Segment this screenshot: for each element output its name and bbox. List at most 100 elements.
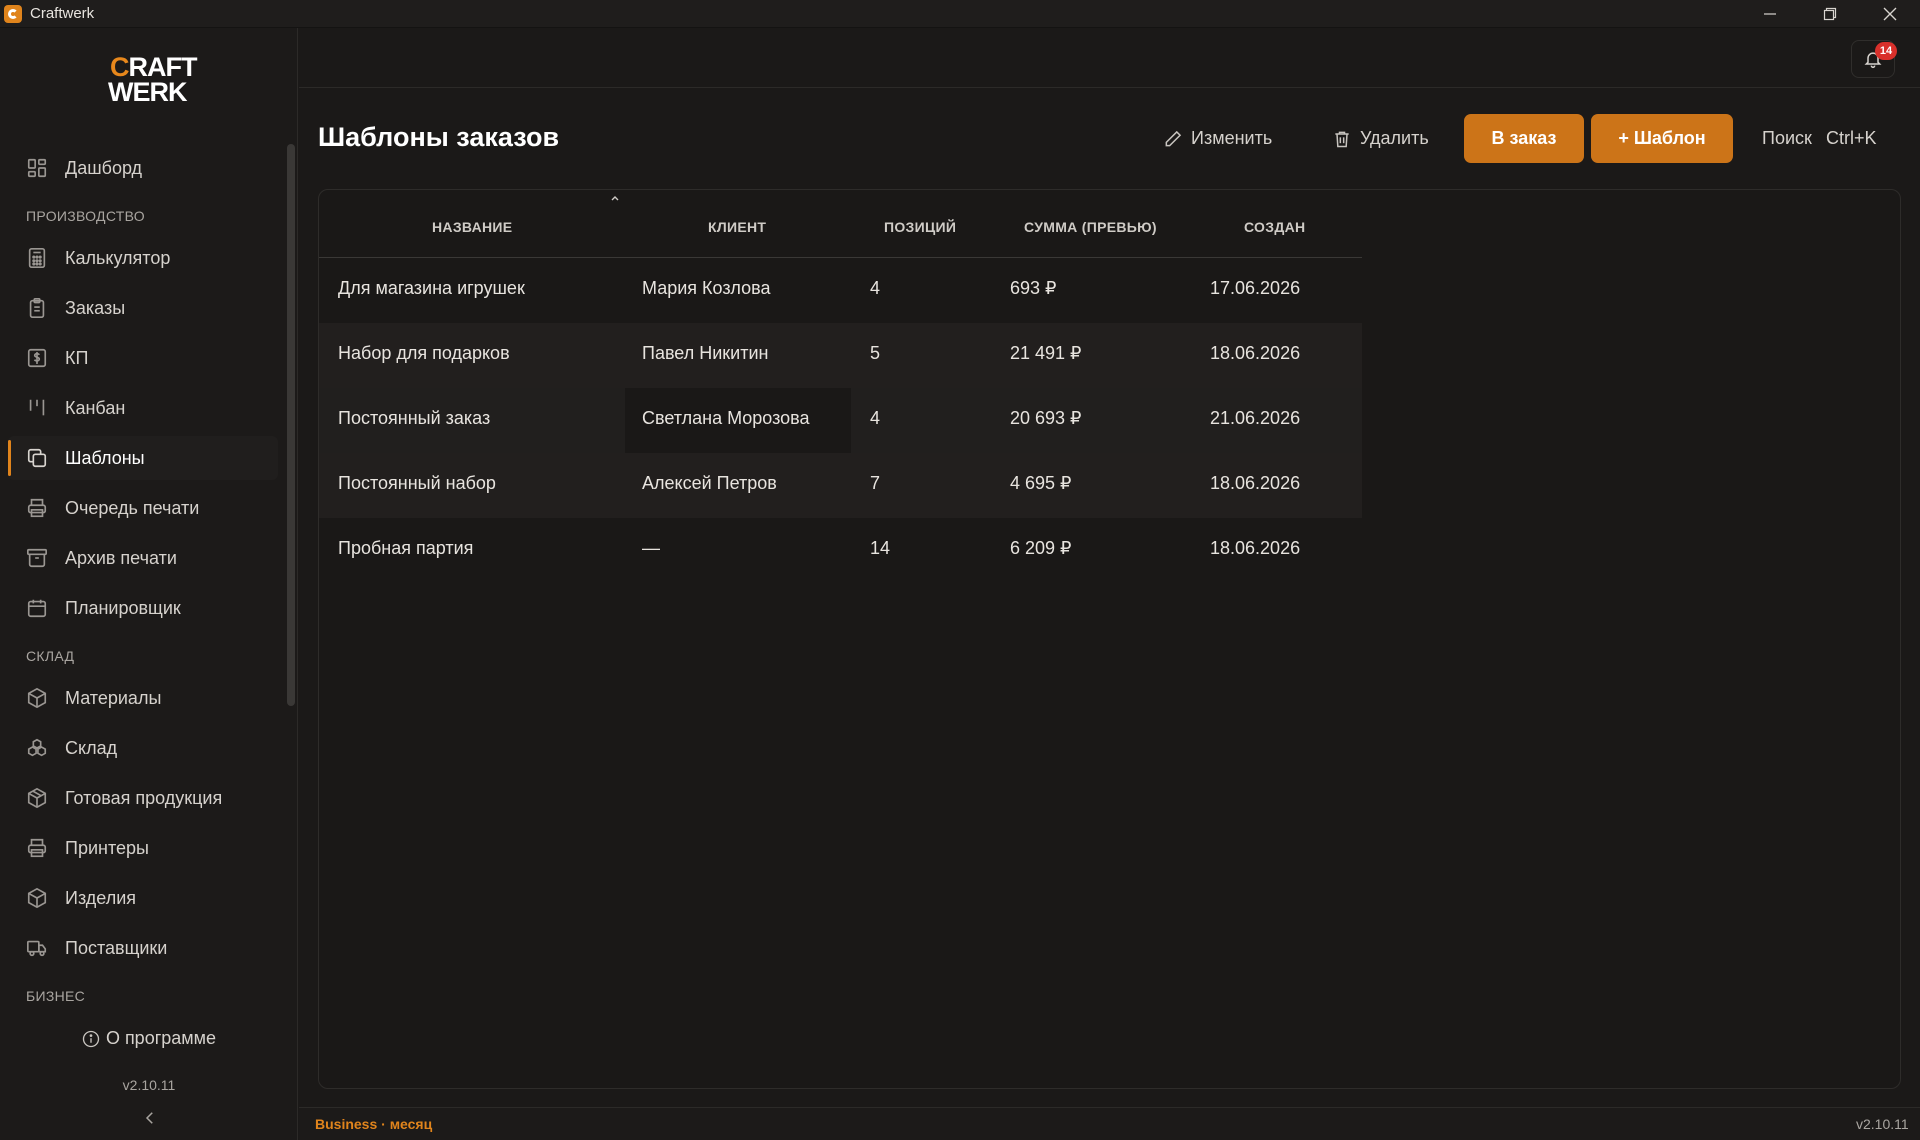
sort-asc-icon[interactable] [609,194,621,204]
printer-icon [26,837,48,859]
cell-name: Постоянный заказ [338,408,491,428]
page-title: Шаблоны заказов [318,122,560,152]
section-production: ПРОИЗВОДСТВО [26,208,145,224]
table-row[interactable]: Постоянный набор Алексей Петров 7 4 695 … [319,453,1362,518]
boxes-icon [26,737,48,759]
box-icon [26,887,48,909]
column-header-created[interactable]: СОЗДАН [1244,219,1305,235]
minimize-icon [1764,13,1776,15]
plan-badge[interactable]: Business · месяц [315,1116,432,1132]
delete-button[interactable]: Удалить [1332,114,1429,163]
cell-sum: 6 209 ₽ [1010,538,1072,558]
sidebar-item-warehouse[interactable]: Склад [8,726,278,770]
trash-icon [1332,129,1352,149]
package-icon [26,787,48,809]
status-bar [299,1107,1920,1140]
sidebar-item-materials[interactable]: Материалы [8,676,278,720]
cell-name: Для магазина игрушек [338,278,525,298]
sidebar-item-label: Принтеры [65,837,149,858]
cell-client: Алексей Петров [642,473,777,493]
sidebar-item-label: Очередь печати [65,497,200,518]
sidebar-item-label: Канбан [65,397,126,418]
chevron-left-icon [145,1112,153,1124]
dashboard-icon [26,157,48,179]
delete-label: Удалить [1360,128,1429,148]
close-button[interactable] [1860,0,1920,28]
cell-created: 17.06.2026 [1210,278,1301,298]
sidebar-item-templates[interactable]: Шаблоны [8,436,278,480]
table-row[interactable]: Постоянный заказ Светлана Морозова 4 20 … [319,388,1362,453]
to-order-button[interactable]: В заказ [1464,114,1584,163]
cell-name: Постоянный набор [338,473,496,493]
cell-positions: 7 [870,473,881,493]
cell-created: 18.06.2026 [1210,538,1301,558]
templates-table: НАЗВАНИЕ КЛИЕНТ ПОЗИЦИЙ СУММА (ПРЕВЬЮ) С… [318,189,1901,1089]
about-link[interactable]: О программе [0,1028,298,1049]
cell-client: Павел Никитин [642,343,769,363]
section-business: БИЗНЕС [26,988,86,1004]
window-controls [1740,0,1920,28]
sidebar-item-print-queue[interactable]: Очередь печати [8,486,278,530]
window-title: Craftwerk [30,5,95,22]
sidebar-item-label: Архив печати [65,547,177,568]
cell-positions: 5 [870,343,881,363]
cell-sum: 693 ₽ [1010,278,1057,298]
add-template-button[interactable]: + Шаблон [1591,114,1733,163]
restore-icon [1823,7,1837,21]
invoice-icon [26,347,48,369]
table-row[interactable]: Для магазина игрушек Мария Козлова 4 693… [319,258,1362,323]
sidebar-scrollbar[interactable] [287,144,295,706]
app-icon [4,4,22,23]
restore-button[interactable] [1800,0,1860,28]
collapse-sidebar-button[interactable] [141,1109,159,1127]
calendar-icon [26,597,48,619]
column-header-positions[interactable]: ПОЗИЦИЙ [884,219,956,235]
box-icon [26,687,48,709]
search-button[interactable]: Поиск [1762,128,1812,149]
title-bar: Craftwerk [0,0,1920,28]
app-version: v2.10.11 [1856,1116,1909,1132]
sidebar-item-print-archive[interactable]: Архив печати [8,536,278,580]
craftwerk-logo[interactable]: CRAFT WERK [96,52,206,108]
sidebar-item-finished-goods[interactable]: Готовая продукция [8,776,278,820]
table-row[interactable]: Набор для подарков Павел Никитин 5 21 49… [319,323,1362,388]
cell-sum: 21 491 ₽ [1010,343,1082,363]
sidebar-item-label: Дашборд [65,157,143,178]
cell-client: Мария Козлова [642,278,771,298]
sidebar-item-products[interactable]: Изделия [8,876,278,920]
sidebar-item-label: Поставщики [65,937,168,958]
kanban-icon [26,397,48,419]
minimize-button[interactable] [1740,0,1800,28]
cell-created: 21.06.2026 [1210,408,1301,428]
info-icon [82,1030,100,1048]
calculator-icon [26,247,48,269]
sidebar-item-label: Планировщик [65,597,181,618]
pencil-icon [1163,129,1183,149]
sidebar-item-orders[interactable]: Заказы [8,286,278,330]
notification-badge: 14 [1875,42,1897,60]
sidebar-item-printers[interactable]: Принтеры [8,826,278,870]
archive-icon [26,547,48,569]
sidebar-item-planner[interactable]: Планировщик [8,586,278,630]
sidebar-item-calculator[interactable]: Калькулятор [8,236,278,280]
cell-name: Пробная партия [338,538,474,558]
edit-button[interactable]: Изменить [1163,114,1272,163]
cell-created: 18.06.2026 [1210,343,1301,363]
close-icon [1883,7,1897,21]
sidebar-item-label: Калькулятор [65,247,171,268]
sidebar-item-kanban[interactable]: Канбан [8,386,278,430]
table-row[interactable]: Пробная партия — 14 6 209 ₽ 18.06.2026 [319,518,1362,583]
column-header-name[interactable]: НАЗВАНИЕ [432,219,512,235]
cell-name: Набор для подарков [338,343,510,363]
column-header-client[interactable]: КЛИЕНТ [708,219,766,235]
clipboard-icon [26,297,48,319]
sidebar-item-label: Заказы [65,297,126,318]
sidebar-item-label: Склад [65,737,118,758]
sidebar-item-kp[interactable]: КП [8,336,278,380]
column-header-sum[interactable]: СУММА (ПРЕВЬЮ) [1024,219,1157,235]
sidebar-item-suppliers[interactable]: Поставщики [8,926,278,970]
sidebar-item-label: Шаблоны [65,447,145,468]
cell-sum: 20 693 ₽ [1010,408,1082,428]
sidebar-version: v2.10.11 [122,1077,176,1093]
sidebar-item-dashboard[interactable]: Дашборд [8,146,278,190]
